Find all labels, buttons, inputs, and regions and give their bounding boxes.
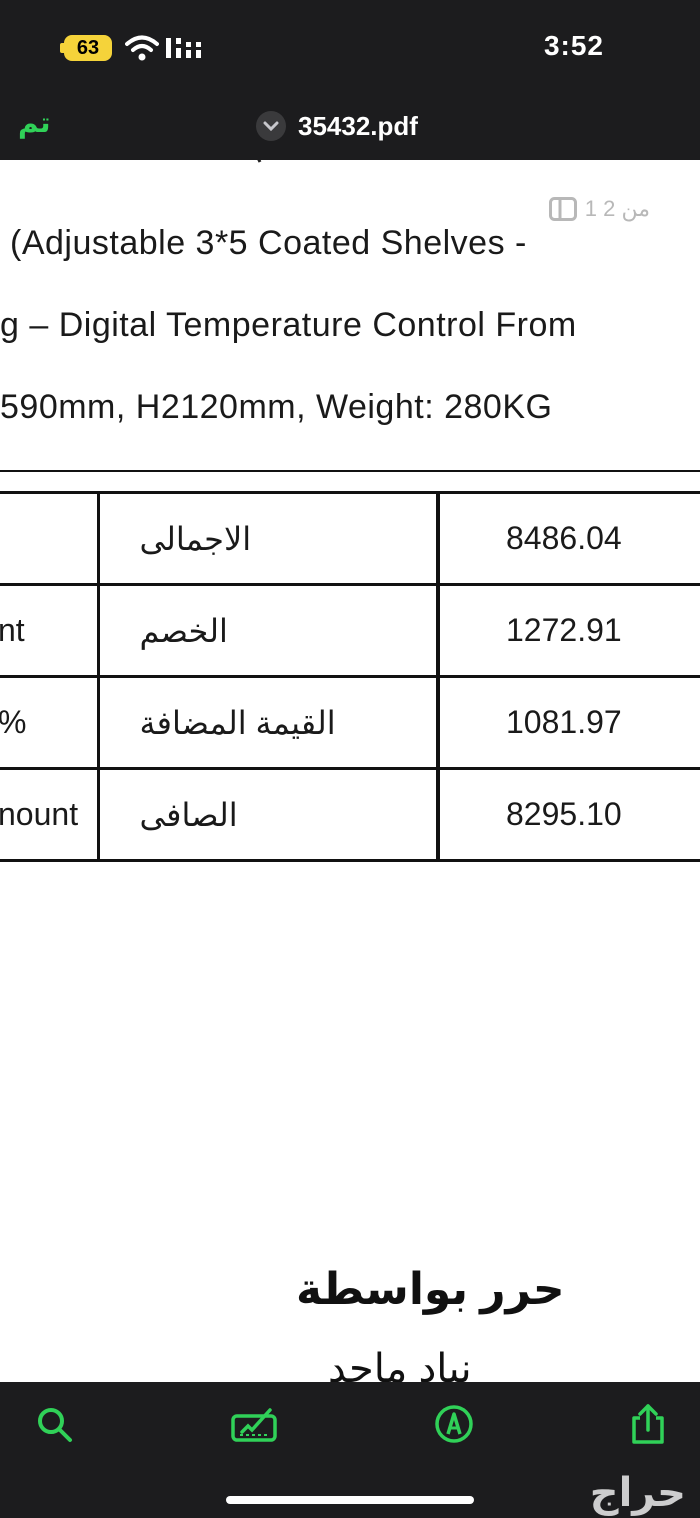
- markup-icon[interactable]: [230, 1404, 278, 1444]
- description-line-3: 590mm, H2120mm, Weight: 280KG: [0, 388, 553, 426]
- discount-label-en: nt: [0, 583, 100, 678]
- bottom-toolbar: حراج: [0, 1382, 700, 1518]
- horizontal-rule: [0, 470, 700, 472]
- search-icon[interactable]: [34, 1404, 74, 1444]
- pdf-page[interactable]: 1 من 2 (Adjustable 3*5 Coated Shelves - …: [0, 160, 700, 1382]
- table-row: الاجمالى 8486.04: [0, 491, 700, 586]
- page-indicator-label: 1 من 2: [584, 196, 650, 221]
- page-indicator: 1 من 2: [548, 196, 650, 222]
- description-line-1: (Adjustable 3*5 Coated Shelves -: [10, 224, 527, 262]
- table-row: % القيمة المضافة 1081.97: [0, 675, 700, 770]
- signed-by-label: حرر بواسطة: [296, 1265, 565, 1314]
- signal-icon: [166, 38, 201, 58]
- net-label-en: nount: [0, 767, 100, 862]
- discount-label-ar: الخصم: [98, 583, 440, 678]
- title-menu[interactable]: 35432.pdf: [256, 106, 418, 146]
- status-bar: 63 3:52: [0, 0, 700, 92]
- vat-value: 1081.97: [436, 675, 700, 770]
- total-label-en: [0, 491, 100, 586]
- total-value: 8486.04: [436, 491, 700, 586]
- home-indicator[interactable]: [226, 1496, 474, 1504]
- description-line-2: g – Digital Temperature Control From: [0, 306, 577, 344]
- document-title: 35432.pdf: [298, 110, 418, 141]
- battery-indicator: 63: [64, 35, 112, 61]
- chevron-down-icon: [256, 111, 286, 141]
- totals-table: الاجمالى 8486.04 nt الخصم 1272.91 % القي…: [0, 491, 700, 862]
- table-row: nount الصافى 8295.10: [0, 767, 700, 862]
- total-label-ar: الاجمالى: [98, 491, 440, 586]
- nav-bar: تم 35432.pdf: [0, 92, 700, 160]
- vat-label-en: %: [0, 675, 100, 770]
- vat-label-ar: القيمة المضافة: [98, 675, 440, 770]
- haraj-watermark: حراج: [589, 1471, 686, 1515]
- net-label-ar: الصافى: [98, 767, 440, 862]
- signer-name: نياد ماجد: [328, 1347, 472, 1382]
- share-icon[interactable]: [628, 1404, 668, 1444]
- table-row: nt الخصم 1272.91: [0, 583, 700, 678]
- page-thumbnail-icon: [548, 197, 577, 221]
- done-button[interactable]: تم: [18, 106, 50, 139]
- net-value: 8295.10: [436, 767, 700, 862]
- wifi-icon: [125, 35, 159, 61]
- discount-value: 1272.91: [436, 583, 700, 678]
- clock: 3:52: [543, 30, 604, 61]
- clipped-text-line: [0, 160, 330, 168]
- annotate-icon[interactable]: [434, 1404, 474, 1444]
